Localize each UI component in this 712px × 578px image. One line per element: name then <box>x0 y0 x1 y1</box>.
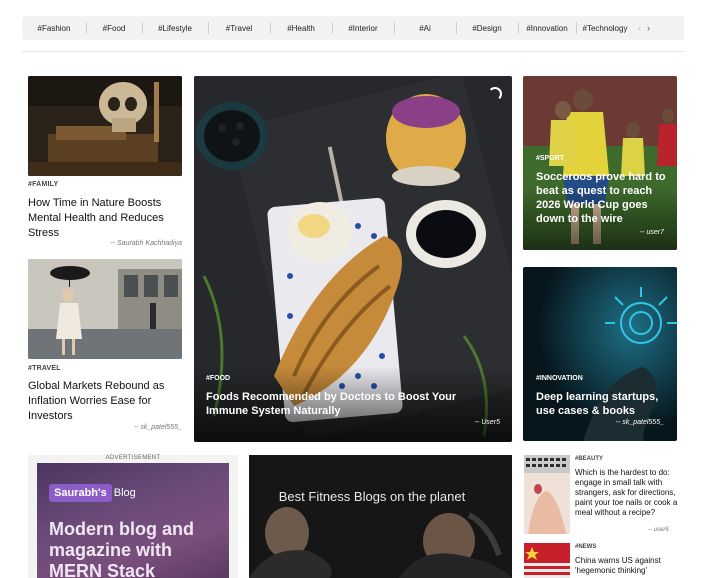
tag-travel[interactable]: #Travel <box>208 16 270 40</box>
fitness-title: Best Fitness Blogs on the planet <box>278 489 466 504</box>
tag-interior[interactable]: #Interior <box>332 16 394 40</box>
tag-innovation[interactable]: #Innovation <box>518 16 576 40</box>
tag-nav: ‹ › <box>638 23 650 33</box>
loading-spinner-icon <box>488 87 502 101</box>
divider <box>22 51 684 52</box>
fitness-banner[interactable]: Best Fitness Blogs on the planet <box>249 455 512 578</box>
beauty-title[interactable]: Which is the hardest to do: engage in sm… <box>575 468 679 518</box>
card-author: -- sk_patel555_ <box>133 424 182 431</box>
chevron-left-icon[interactable]: ‹ <box>638 23 641 33</box>
news-title[interactable]: China warns US against 'hegemonic thinki… <box>575 556 679 576</box>
card-category[interactable]: #FAMILY <box>28 181 58 188</box>
tag-health[interactable]: #Health <box>270 16 332 40</box>
news-card-image[interactable] <box>524 543 570 578</box>
beauty-category[interactable]: #BEAUTY <box>575 456 603 462</box>
card-author: -- Saurabh Kachhadiya <box>110 240 182 247</box>
tag-bar: #Fashion #Food #Lifestyle #Travel #Healt… <box>22 16 684 40</box>
innovation-author: -- sk_patel555_ <box>615 419 664 426</box>
tag-fashion[interactable]: #Fashion <box>22 16 86 40</box>
beauty-card-image[interactable] <box>524 455 570 534</box>
advertisement-banner[interactable]: Saurabh's Blog Modern blog and magazine … <box>37 463 229 578</box>
featured-title[interactable]: Foods Recommended by Doctors to Boost Yo… <box>206 390 496 418</box>
tag-food[interactable]: #Food <box>86 16 142 40</box>
travel-card-image[interactable] <box>28 259 182 359</box>
chevron-right-icon[interactable]: › <box>647 23 650 33</box>
advertisement-label: ADVERTISEMENT <box>105 455 161 461</box>
sport-author: -- user7 <box>639 229 664 236</box>
innovation-title[interactable]: Deep learning startups, use cases & book… <box>536 390 668 418</box>
sport-category[interactable]: #SPORT <box>536 155 564 162</box>
ad-logo: Saurabh's Blog <box>49 483 136 503</box>
family-card-image[interactable] <box>28 76 182 176</box>
card-title[interactable]: Global Markets Rebound as Inflation Worr… <box>28 379 184 424</box>
tag-lifestyle[interactable]: #Lifestyle <box>142 16 208 40</box>
beauty-author: -- user6 <box>648 527 669 533</box>
innovation-category[interactable]: #INNOVATION <box>536 375 583 382</box>
ad-logo-highlight: Saurabh's <box>49 484 112 502</box>
tag-design[interactable]: #Design <box>456 16 518 40</box>
sport-title[interactable]: Socceroos prove hard to beat as quest to… <box>536 170 668 226</box>
card-category[interactable]: #TRAVEL <box>28 365 61 372</box>
featured-author: -- User5 <box>474 419 500 426</box>
ad-logo-text: Blog <box>113 487 136 499</box>
tag-ai[interactable]: #Ai <box>394 16 456 40</box>
tag-technology[interactable]: #Technology <box>576 16 634 40</box>
featured-food-image[interactable] <box>194 76 512 442</box>
card-title[interactable]: How Time in Nature Boosts Mental Health … <box>28 196 184 241</box>
ad-headline: Modern blog and magazine with MERN Stack <box>49 519 194 578</box>
news-category[interactable]: #NEWS <box>575 544 596 550</box>
featured-category[interactable]: #FOOD <box>206 375 230 382</box>
